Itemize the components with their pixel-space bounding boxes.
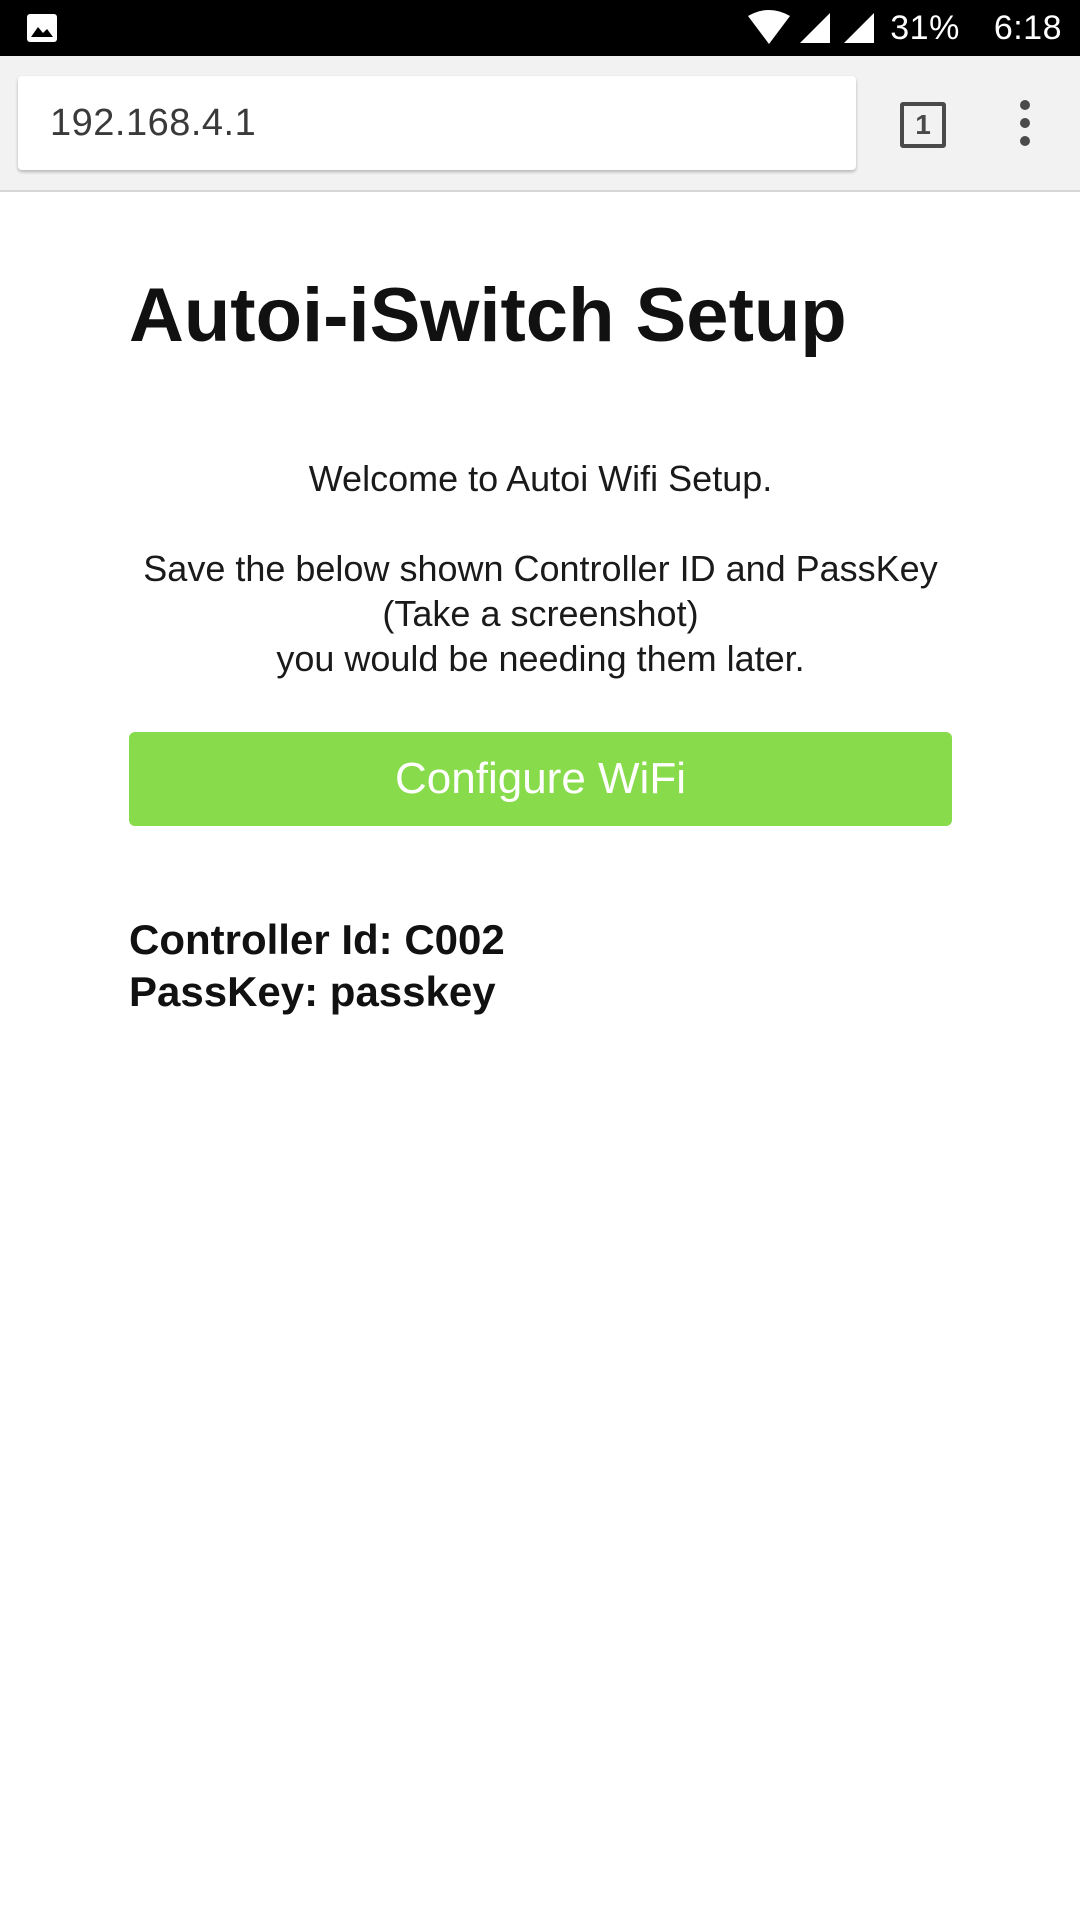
tab-switcher-button[interactable]: 1 [900,102,946,148]
address-bar[interactable]: 192.168.4.1 [18,76,856,170]
instruction-line: (Take a screenshot) [382,593,699,634]
passkey: PassKey: passkey [129,968,496,1015]
battery-level: 31% [890,8,960,47]
credentials: Controller Id: C002 PassKey: passkey [129,914,505,1018]
status-bar: 31% 6:18 [0,0,1080,56]
configure-wifi-button[interactable]: Configure WiFi [129,732,952,826]
page-title: Autoi-iSwitch Setup [129,273,847,358]
tab-count: 1 [915,109,931,140]
url-text[interactable]: 192.168.4.1 [50,102,256,145]
more-vert-icon[interactable] [1016,100,1034,146]
cell-signal-icon [844,13,875,43]
cell-signal-icon [800,13,831,43]
controller-id: Controller Id: C002 [129,916,505,963]
instruction-line: you would be needing them later. [276,638,805,679]
browser-toolbar: 192.168.4.1 1 [0,56,1080,192]
clock: 6:18 [993,8,1062,47]
wifi-icon [748,10,791,44]
welcome-text: Welcome to Autoi Wifi Setup. [308,458,773,499]
intro-text: Welcome to Autoi Wifi Setup. Save the be… [129,456,952,681]
image-icon [27,14,57,42]
instruction-line: Save the below shown Controller ID and P… [143,548,938,589]
status-indicators: 31% 6:18 [746,0,1062,56]
